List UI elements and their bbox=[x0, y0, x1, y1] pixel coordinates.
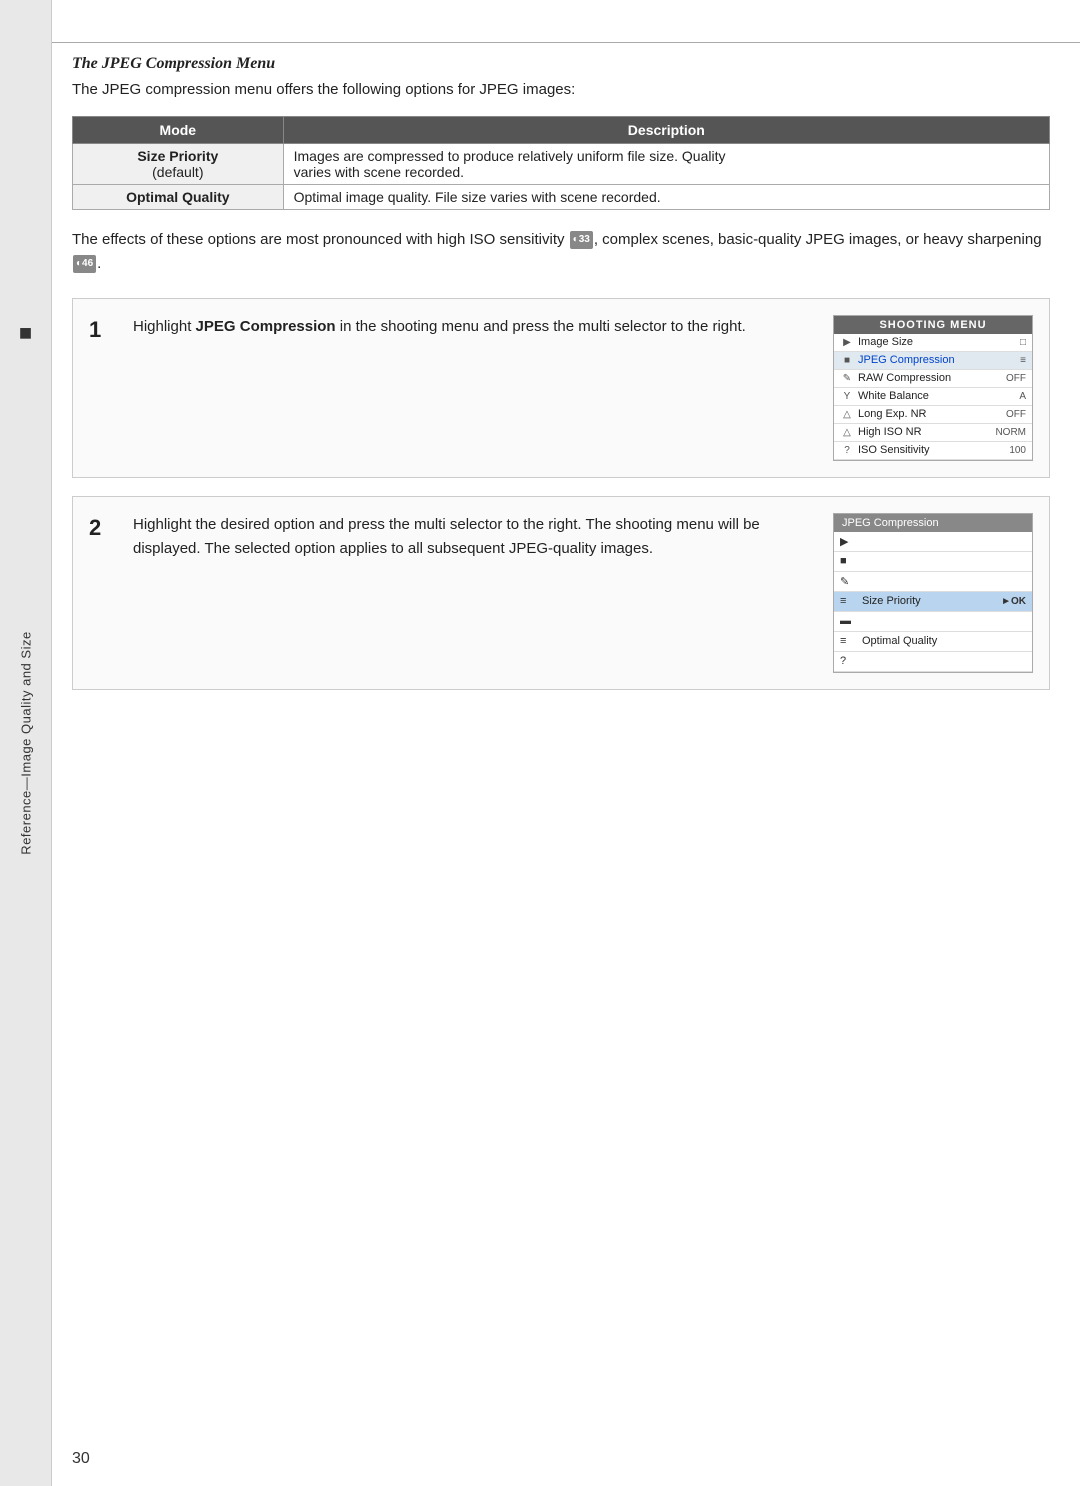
shooting-menu-header: SHOOTING MENU bbox=[834, 316, 1032, 334]
menu-item-iso-sensitivity: ? ISO Sensitivity 100 bbox=[834, 442, 1032, 460]
table-row: Size Priority (default) Images are compr… bbox=[73, 143, 1050, 184]
menu2-row-size-priority: ≡ Size Priority ►OK bbox=[834, 592, 1032, 612]
menu-wb-icon: Y bbox=[840, 391, 854, 402]
mode-size-priority: Size Priority (default) bbox=[73, 143, 284, 184]
step-2-number: 2 bbox=[89, 515, 113, 541]
step-1: 1 Highlight JPEG Compression in the shoo… bbox=[72, 298, 1050, 478]
step-2-text: Highlight the desired option and press t… bbox=[133, 513, 813, 563]
menu-longexp-icon: △ bbox=[840, 409, 854, 420]
menu-arrow-icon: ▶ bbox=[840, 337, 854, 348]
steps-container: 1 Highlight JPEG Compression in the shoo… bbox=[72, 298, 1050, 690]
menu-item-jpeg-compression: ■ JPEG Compression ≡ bbox=[834, 352, 1032, 370]
menu2-row-optimal-quality: ≡ Optimal Quality bbox=[834, 632, 1032, 652]
step-2: 2 Highlight the desired option and press… bbox=[72, 496, 1050, 690]
section-title: The JPEG Compression Menu bbox=[72, 55, 1050, 73]
iso-icon: ◐33 bbox=[570, 231, 593, 249]
menu-item-high-iso: △ High ISO NR NORM bbox=[834, 424, 1032, 442]
table-header-description: Description bbox=[283, 116, 1049, 143]
menu2-size-icon: ≡ bbox=[840, 595, 858, 607]
menu2-camera-icon: ■ bbox=[840, 555, 858, 567]
menu-item-image-size: ▶ Image Size □ bbox=[834, 334, 1032, 352]
menu-highiso-icon: △ bbox=[840, 427, 854, 438]
top-divider bbox=[52, 42, 1080, 43]
main-content: The JPEG Compression Menu The JPEG compr… bbox=[72, 55, 1050, 1446]
sidebar-label: Reference—Image Quality and Size bbox=[18, 631, 33, 854]
menu-item-raw-compression: ✎ RAW Compression OFF bbox=[834, 370, 1032, 388]
compression-table: Mode Description Size Priority (default)… bbox=[72, 116, 1050, 210]
menu-item-white-balance: Y White Balance A bbox=[834, 388, 1032, 406]
step-1-bold: JPEG Compression bbox=[196, 318, 336, 335]
table-row: Optimal Quality Optimal image quality. F… bbox=[73, 184, 1050, 209]
table-header-mode: Mode bbox=[73, 116, 284, 143]
menu2-row-3: ✎ bbox=[834, 572, 1032, 592]
menu-question-icon: ? bbox=[840, 445, 854, 456]
step-1-number: 1 bbox=[89, 317, 113, 343]
jpeg-compression-menu-header: JPEG Compression bbox=[834, 514, 1032, 532]
menu-pencil-icon: ✎ bbox=[840, 373, 854, 384]
sidebar: ■ Reference—Image Quality and Size bbox=[0, 0, 52, 1486]
page-number: 30 bbox=[72, 1450, 90, 1468]
effects-text: The effects of these options are most pr… bbox=[72, 228, 1050, 276]
description-size-priority: Images are compressed to produce relativ… bbox=[283, 143, 1049, 184]
menu2-help-icon: ? bbox=[840, 655, 858, 667]
menu2-pencil-icon: ✎ bbox=[840, 575, 858, 588]
camera-icon: ■ bbox=[19, 320, 32, 346]
menu2-optimal-icon: ≡ bbox=[840, 635, 858, 647]
step-1-text: Highlight JPEG Compression in the shooti… bbox=[133, 315, 813, 340]
step-2-screenshot: JPEG Compression ▶ ■ ✎ ≡ Size Priority ►… bbox=[833, 513, 1033, 673]
menu-item-long-exp: △ Long Exp. NR OFF bbox=[834, 406, 1032, 424]
intro-text: The JPEG compression menu offers the fol… bbox=[72, 79, 1050, 102]
description-optimal-quality: Optimal image quality. File size varies … bbox=[283, 184, 1049, 209]
menu2-row-help: ? bbox=[834, 652, 1032, 672]
menu2-row-empty: ▬ bbox=[834, 612, 1032, 632]
menu2-arrow-icon: ▶ bbox=[840, 535, 858, 548]
mode-optimal-quality: Optimal Quality bbox=[73, 184, 284, 209]
menu-camera-icon: ■ bbox=[840, 355, 854, 366]
menu2-row-2: ■ bbox=[834, 552, 1032, 572]
menu2-row-1: ▶ bbox=[834, 532, 1032, 552]
menu2-bar-icon: ▬ bbox=[840, 615, 858, 627]
step-1-screenshot: SHOOTING MENU ▶ Image Size □ ■ JPEG Comp… bbox=[833, 315, 1033, 461]
sharpen-icon: ◐46 bbox=[73, 255, 96, 273]
